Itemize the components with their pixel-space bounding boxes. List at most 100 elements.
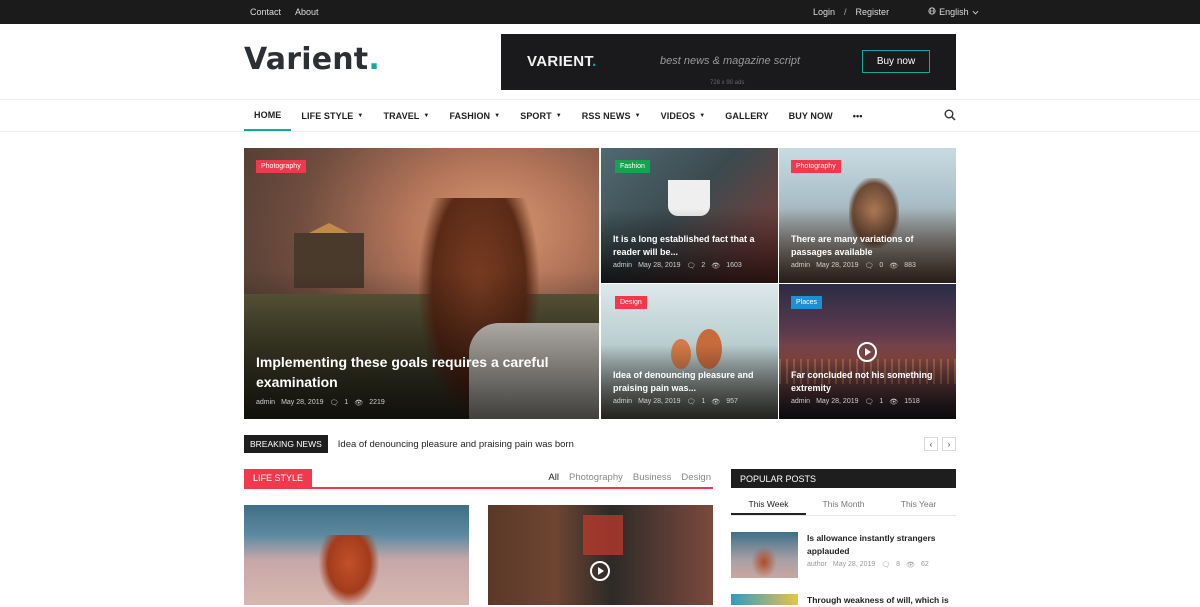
post-date: May 28, 2019: [816, 262, 859, 269]
featured-small-post[interactable]: Fashion It is a long established fact th…: [601, 148, 778, 283]
post-views: 2219: [369, 399, 385, 406]
about-link[interactable]: About: [295, 7, 319, 17]
play-icon[interactable]: [857, 342, 877, 362]
breaking-next-button[interactable]: ›: [942, 437, 956, 451]
post-title[interactable]: Idea of denouncing pleasure and praising…: [613, 369, 768, 394]
nav-item-label: SPORT: [520, 110, 552, 121]
tab-photography[interactable]: Photography: [569, 472, 623, 483]
nav-item-gallery[interactable]: GALLERY: [715, 100, 778, 131]
popular-post-title[interactable]: Is allowance instantly strangers applaud…: [807, 532, 957, 558]
post-comments: 1: [879, 398, 884, 405]
logo-dot: .: [368, 42, 380, 77]
caret-down-icon: ▼: [494, 112, 501, 119]
comment-icon: 🗨: [329, 400, 339, 407]
language-selector[interactable]: English: [928, 7, 979, 17]
post-author[interactable]: admin: [613, 398, 632, 406]
post-views: 62: [920, 561, 929, 568]
nav-item-home[interactable]: HOME: [244, 100, 292, 131]
globe-icon: [928, 7, 936, 17]
breaking-prev-button[interactable]: ‹: [924, 437, 938, 451]
ad-brand: VARIENT.: [527, 53, 597, 70]
ad-banner[interactable]: VARIENT. best news & magazine script 728…: [501, 34, 956, 90]
comment-icon: 🗨: [864, 399, 874, 406]
post-date: May 28, 2019: [816, 398, 859, 405]
image-person: [751, 546, 777, 578]
eye-icon: 👁: [711, 263, 721, 270]
popular-post-thumbnail[interactable]: [731, 532, 798, 578]
category-badge[interactable]: Photography: [256, 160, 306, 173]
chevron-down-icon: [972, 7, 979, 17]
post-comments: 0: [879, 262, 884, 269]
main-nav: HOME LIFE STYLE ▼ TRAVEL ▼ FASHION ▼ SPORT ▼…: [244, 100, 872, 131]
nav-item-sport[interactable]: SPORT ▼: [510, 100, 572, 131]
eye-icon: 👁: [906, 562, 915, 569]
category-badge[interactable]: Photography: [791, 160, 841, 173]
eye-icon: 👁: [889, 399, 899, 406]
tab-this-year[interactable]: This Year: [881, 494, 956, 515]
post-author[interactable]: admin: [791, 262, 810, 270]
nav-item-label: RSS NEWS: [581, 110, 631, 121]
category-badge[interactable]: Fashion: [615, 160, 650, 173]
lifestyle-card-image[interactable]: [244, 505, 469, 605]
category-badge[interactable]: Design: [615, 296, 647, 309]
comment-icon: 🗨: [881, 562, 891, 569]
nav-item-buy-now[interactable]: BUY NOW: [779, 100, 843, 131]
nav-item-label: FASHION: [449, 110, 491, 121]
nav-item-travel[interactable]: TRAVEL ▼: [373, 100, 439, 131]
category-badge[interactable]: Places: [791, 296, 823, 309]
comment-icon: 🗨: [686, 399, 696, 406]
post-author[interactable]: author: [807, 561, 827, 569]
site-logo[interactable]: Varient.: [244, 42, 380, 77]
eye-icon: 👁: [354, 400, 364, 407]
nav-item-fashion[interactable]: FASHION ▼: [439, 100, 510, 131]
lifestyle-label[interactable]: LIFE STYLE: [244, 469, 313, 487]
featured-main-post[interactable]: Photography Implementing these goals req…: [244, 148, 599, 419]
featured-small-post[interactable]: Design Idea of denouncing pleasure and p…: [601, 284, 778, 419]
caret-down-icon: ▼: [555, 112, 562, 119]
featured-small-post[interactable]: Places Far concluded not his something e…: [779, 284, 956, 419]
lifestyle-card-image[interactable]: [488, 505, 713, 605]
image-person: [319, 535, 379, 605]
comment-icon: 🗨: [686, 263, 696, 270]
contact-link[interactable]: Contact: [250, 7, 281, 17]
nav-item-rss-news[interactable]: RSS NEWS ▼: [572, 100, 651, 131]
nav-item-label: BUY NOW: [788, 110, 833, 121]
play-icon[interactable]: [590, 561, 610, 581]
post-title[interactable]: Far concluded not his something extremit…: [791, 369, 946, 394]
post-author[interactable]: admin: [256, 399, 275, 407]
logo-text: Varient: [244, 42, 369, 77]
eye-icon: 👁: [711, 399, 721, 406]
eye-icon: 👁: [889, 263, 899, 270]
login-link[interactable]: Login: [813, 7, 835, 17]
nav-more-button[interactable]: •••: [843, 100, 873, 131]
post-author[interactable]: admin: [791, 398, 810, 406]
post-author[interactable]: admin: [613, 262, 632, 270]
breaking-news-text[interactable]: Idea of denouncing pleasure and praising…: [338, 439, 574, 450]
post-date: May 28, 2019: [638, 398, 681, 405]
tab-design[interactable]: Design: [681, 472, 711, 483]
nav-item-label: TRAVEL: [383, 110, 420, 121]
ad-size-label: 728 x 90 ads: [710, 80, 745, 86]
featured-small-post[interactable]: Photography There are many variations of…: [779, 148, 956, 283]
search-icon[interactable]: [944, 109, 956, 121]
tab-this-month[interactable]: This Month: [806, 494, 881, 515]
post-views: 957: [726, 398, 738, 405]
post-title[interactable]: Implementing these goals requires a care…: [256, 353, 556, 392]
post-meta: admin May 28, 2019 🗨 0 👁 883: [791, 262, 916, 270]
image-window: [583, 515, 623, 555]
nav-item-videos[interactable]: VIDEOS ▼: [651, 100, 716, 131]
ad-buy-now-button[interactable]: Buy now: [862, 50, 930, 73]
caret-down-icon: ▼: [357, 112, 364, 119]
nav-item-label: HOME: [254, 109, 282, 120]
tab-this-week[interactable]: This Week: [731, 494, 806, 515]
popular-post-thumbnail[interactable]: [731, 594, 798, 605]
tab-business[interactable]: Business: [633, 472, 672, 483]
post-title[interactable]: There are many variations of passages av…: [791, 233, 946, 258]
tab-all[interactable]: All: [548, 472, 559, 483]
register-link[interactable]: Register: [856, 7, 890, 17]
post-title[interactable]: It is a long established fact that a rea…: [613, 233, 768, 258]
nav-item-life-style[interactable]: LIFE STYLE ▼: [291, 100, 373, 131]
chevron-right-icon: ›: [947, 439, 951, 449]
post-meta: admin May 28, 2019 🗨 1 👁 1518: [791, 398, 920, 406]
popular-post-meta: author May 28, 2019 🗨 8 👁 62: [807, 561, 929, 569]
